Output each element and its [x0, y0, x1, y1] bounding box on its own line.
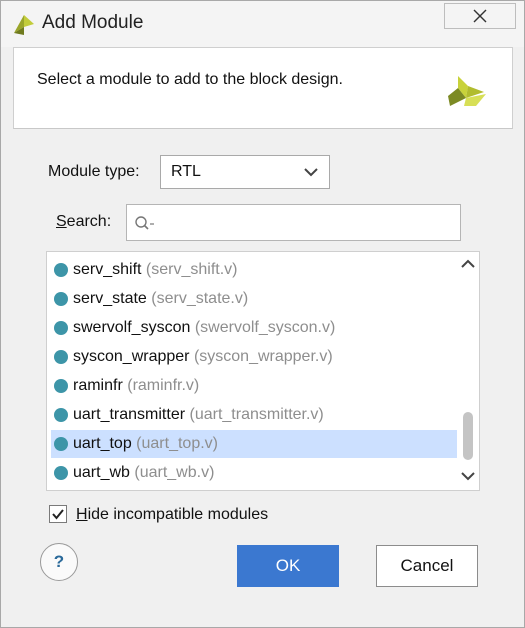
module-status-icon	[54, 292, 68, 306]
module-name: uart_wb	[73, 464, 130, 481]
module-type-select[interactable]: RTL	[160, 155, 330, 189]
module-entry: syscon_wrapper (syscon_wrapper.v)	[73, 348, 333, 366]
search-label-mnemonic: S	[56, 213, 67, 230]
module-file: (swervolf_syscon.v)	[194, 319, 336, 336]
close-button[interactable]	[444, 3, 516, 29]
vivado-logo-icon	[14, 15, 34, 35]
module-list[interactable]: serv_shift (serv_shift.v) serv_state (ser…	[46, 251, 480, 491]
module-file: (syscon_wrapper.v)	[193, 348, 333, 365]
checkmark-icon	[52, 509, 64, 520]
close-icon	[473, 9, 487, 23]
module-status-icon	[54, 379, 68, 393]
dialog-body: Module type: RTL Search: serv_shift (ser…	[13, 129, 513, 617]
search-input[interactable]	[126, 204, 461, 241]
list-item[interactable]: serv_shift (serv_shift.v)	[51, 256, 457, 284]
module-file: (raminfr.v)	[127, 377, 200, 394]
module-name: raminfr	[73, 377, 123, 394]
module-entry: uart_transmitter (uart_transmitter.v)	[73, 406, 324, 424]
hide-incompatible-checkbox[interactable]	[49, 505, 67, 523]
module-entry: uart_wb (uart_wb.v)	[73, 464, 214, 482]
chevron-up-icon[interactable]	[460, 258, 476, 270]
vivado-logo-icon	[448, 76, 486, 106]
scrollbar-thumb[interactable]	[463, 412, 473, 460]
module-type-value: RTL	[171, 163, 201, 180]
window-title: Add Module	[42, 12, 144, 33]
module-entry: uart_top (uart_top.v)	[73, 435, 218, 453]
list-item[interactable]: uart_wb (uart_wb.v)	[51, 459, 457, 487]
vertical-scrollbar[interactable]	[457, 252, 479, 490]
search-icon	[135, 216, 154, 230]
list-item[interactable]: swervolf_syscon (swervolf_syscon.v)	[51, 314, 457, 342]
chevron-down-icon	[304, 168, 318, 177]
list-item[interactable]: syscon_wrapper (syscon_wrapper.v)	[51, 343, 457, 371]
ok-button[interactable]: OK	[237, 545, 339, 587]
search-label: Search:	[56, 213, 111, 231]
title-bar[interactable]: Add Module	[1, 1, 524, 47]
module-name: syscon_wrapper	[73, 348, 190, 365]
search-label-rest: earch:	[66, 213, 112, 230]
module-status-icon	[54, 466, 68, 480]
module-file: (uart_wb.v)	[134, 464, 215, 481]
help-button[interactable]: ?	[40, 543, 78, 581]
module-type-label: Module type:	[48, 163, 140, 180]
module-file: (uart_transmitter.v)	[189, 406, 324, 423]
module-name: serv_state	[73, 290, 147, 307]
module-status-icon	[54, 408, 68, 422]
list-item[interactable]: uart_top (uart_top.v)	[51, 430, 457, 458]
hide-incompatible-mnemonic: H	[76, 506, 88, 523]
module-entry: raminfr (raminfr.v)	[73, 377, 199, 395]
module-entry: serv_state (serv_state.v)	[73, 290, 248, 308]
module-name: swervolf_syscon	[73, 319, 191, 336]
module-file: (serv_state.v)	[151, 290, 249, 307]
hide-incompatible-rest: ide incompatible modules	[87, 506, 269, 523]
module-entry: serv_shift (serv_shift.v)	[73, 261, 238, 279]
list-item[interactable]: raminfr (raminfr.v)	[51, 372, 457, 400]
module-status-icon	[54, 321, 68, 335]
chevron-down-icon[interactable]	[460, 470, 476, 482]
list-item[interactable]: serv_state (serv_state.v)	[51, 285, 457, 313]
module-file: (uart_top.v)	[136, 435, 218, 452]
module-status-icon	[54, 437, 68, 451]
module-name: uart_transmitter	[73, 406, 186, 423]
module-entry: swervolf_syscon (swervolf_syscon.v)	[73, 319, 335, 337]
dialog-header: Select a module to add to the block desi…	[13, 47, 513, 129]
module-status-icon	[54, 263, 68, 277]
list-item[interactable]: uart_transmitter (uart_transmitter.v)	[51, 401, 457, 429]
add-module-dialog: Add Module Select a module to add to the…	[0, 0, 525, 628]
module-status-icon	[54, 350, 68, 364]
hide-incompatible-label[interactable]: Hide incompatible modules	[76, 506, 268, 524]
module-name: serv_shift	[73, 261, 142, 278]
cancel-button[interactable]: Cancel	[376, 545, 478, 587]
module-name: uart_top	[73, 435, 132, 452]
module-file: (serv_shift.v)	[145, 261, 238, 278]
header-description: Select a module to add to the block desi…	[37, 71, 343, 88]
